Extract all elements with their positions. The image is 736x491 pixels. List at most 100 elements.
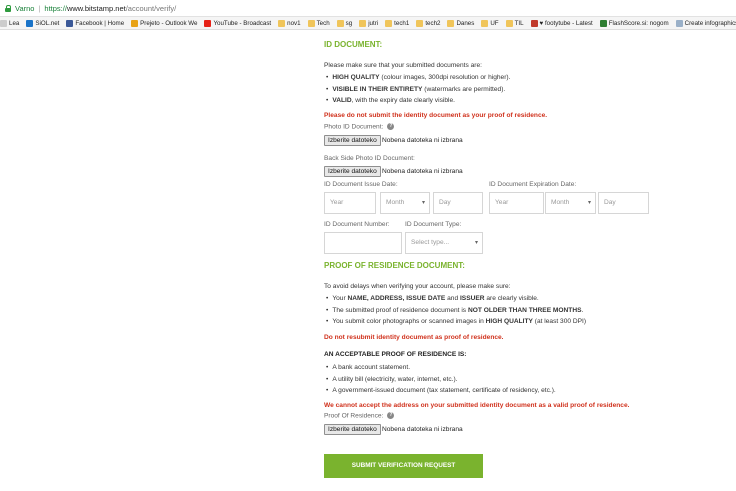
document-type-select[interactable]: Select type... [405,232,483,254]
list-item: A utility bill (electricity, water, inte… [326,376,457,383]
bookmark-item[interactable]: SiOL.net [26,19,59,27]
document-type-placeholder: Select type... [411,239,450,246]
bookmark-label: tech2 [425,19,441,27]
bookmark-label: ♥ footytube - Latest [539,19,593,27]
folder-icon [447,19,455,27]
document-number-input[interactable] [324,232,402,254]
photo-id-label: Photo ID Document:? [324,123,395,131]
expiry-year-input[interactable]: Year [489,192,544,214]
bookmark-label: Tech [316,19,330,27]
bookmark-item[interactable]: sg [336,19,353,27]
expiry-month-select[interactable]: Month [545,192,596,214]
bookmark-item[interactable]: Tech [307,19,330,27]
bookmark-item[interactable]: tech2 [416,19,441,27]
bookmark-label: Prejeto - Outlook We [140,19,198,27]
proof-of-residence-label-text: Proof Of Residence: [324,412,384,420]
bookmark-item[interactable]: FlashScore.si: nogom [599,19,669,27]
document-number-label: ID Document Number: [324,221,390,228]
bullet-bold: HIGH QUALITY [485,318,533,325]
bookmark-label: nov1 [287,19,301,27]
photo-id-label-text: Photo ID Document: [324,123,384,131]
list-item: A bank account statement. [326,364,410,371]
bookmark-label: FlashScore.si: nogom [608,19,669,27]
help-icon[interactable]: ? [387,412,395,419]
list-item: VISIBLE IN THEIR ENTIRETY (watermarks ar… [326,86,505,93]
bookmark-label: sg [345,19,353,27]
bookmark-label: tech1 [394,19,410,27]
list-item: HIGH QUALITY (colour images, 300dpi reso… [326,74,510,81]
expiry-month-placeholder: Month [551,199,570,206]
bookmark-item[interactable]: Prejeto - Outlook We [131,19,198,27]
address-warning: We cannot accept the address on your sub… [324,402,630,409]
bookmark-label: Facebook | Home [75,19,125,27]
flashscore-icon [599,19,607,27]
bullet-bold: HIGH QUALITY [332,74,380,81]
list-item: A government-issued document (tax statem… [326,387,555,394]
bookmark-label: YouTube - Broadcast [213,19,272,27]
siol-icon [26,19,34,27]
list-item: You submit color photographs or scanned … [326,318,586,325]
bookmark-item[interactable]: UF [481,19,499,27]
bookmark-item[interactable]: nov1 [278,19,301,27]
folder-icon [385,19,393,27]
bookmark-item[interactable]: Create infographics & [675,19,736,27]
bookmark-item[interactable]: Lea [0,19,19,27]
bookmark-label: Create infographics & [684,19,736,27]
proof-of-residence-label: Proof Of Residence:? [324,412,395,420]
proof-file-status: Nobena datoteka ni izbrana [382,426,463,433]
bookmark-item[interactable]: tech1 [385,19,410,27]
bullet-text: . [581,307,584,314]
bookmark-item[interactable]: YouTube - Broadcast [204,19,272,27]
back-photo-id-label: Back Side Photo ID Document: [324,155,415,162]
list-item: The submitted proof of residence documen… [326,307,583,314]
back-photo-id-choose-file-button[interactable]: Izberite datoteko [324,166,381,177]
id-warning: Please do not submit the identity docume… [324,112,548,119]
url-scheme: https:// [44,3,67,13]
bookmark-label: jutri [368,19,379,27]
bookmark-item[interactable]: Danes [447,19,475,27]
help-icon[interactable]: ? [387,123,395,130]
bullet-bold: VALID [332,97,352,104]
youtube-icon [204,19,212,27]
app-icon [0,19,7,27]
bullet-text: (at least 300 DPI) [532,318,587,325]
photo-id-file-status: Nobena datoteka ni izbrana [382,137,463,144]
bookmark-item[interactable]: ♥ footytube - Latest [530,19,593,27]
list-item: VALID, with the expiry date clearly visi… [326,97,455,104]
bullet-text: and [445,295,460,302]
footytube-icon [530,19,538,27]
bookmark-item[interactable]: jutri [359,19,379,27]
issue-date-label: ID Document Issue Date: [324,181,398,188]
bullet-text: (watermarks are permitted). [422,86,506,93]
issue-month-select[interactable]: Month [380,192,430,214]
issue-year-input[interactable]: Year [324,192,376,214]
bookmark-item[interactable]: Facebook | Home [66,19,125,27]
bullet-text: You submit color photographs or scanned … [332,318,486,325]
id-document-intro: Please make sure that your submitted doc… [324,62,482,69]
bookmark-item[interactable]: TIL [505,19,524,27]
url-path: /account/verify/ [125,3,177,13]
lock-icon [5,4,11,12]
bullet-text: (colour images, 300dpi resolution or hig… [379,74,511,81]
bullet-text: Your [332,295,348,302]
outlook-icon [131,19,139,27]
issue-day-input[interactable]: Day [433,192,483,214]
bullet-bold: NOT OLDER THAN THREE MONTHS [467,307,582,314]
back-photo-id-file-status: Nobena datoteka ni izbrana [382,168,463,175]
document-type-label: ID Document Type: [405,221,462,228]
residence-heading: PROOF OF RESIDENCE DOCUMENT: [324,261,465,270]
proof-choose-file-button[interactable]: Izberite datoteko [324,424,381,435]
expiry-day-input[interactable]: Day [598,192,649,214]
submit-verification-button[interactable]: SUBMIT VERIFICATION REQUEST [324,454,483,478]
bookmarks-bar: Lea SiOL.net Facebook | Home Prejeto - Outl… [0,17,736,30]
bookmark-label: Danes [456,19,475,27]
facebook-icon [66,19,74,27]
bullet-bold: ISSUER [459,295,485,302]
bullet-bold: VISIBLE IN THEIR ENTIRETY [332,86,423,93]
acceptable-heading: AN ACCEPTABLE PROOF OF RESIDENCE IS: [324,351,467,358]
folder-icon [505,19,513,27]
folder-icon [336,19,344,27]
residence-warning: Do not resubmit identity document as pro… [324,334,504,341]
address-bar[interactable]: Varno | https:// www.bitstamp.net /accou… [0,0,736,17]
photo-id-choose-file-button[interactable]: Izberite datoteko [324,135,381,146]
